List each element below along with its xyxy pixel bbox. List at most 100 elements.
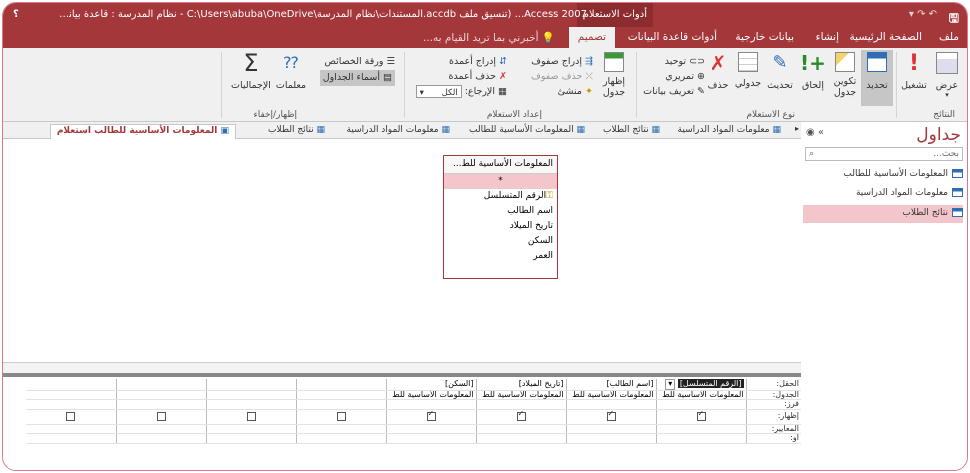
nav-item-student-info[interactable]: المعلومات الأساسية للطالب	[803, 166, 963, 184]
doc-tab[interactable]: ▦ نتائج الطلاب	[597, 124, 666, 139]
undo-icon[interactable]: ↶ ↷ ▾	[909, 9, 937, 20]
grid-or-cell[interactable]	[656, 433, 747, 444]
field-item[interactable]: اسم الطالب	[444, 204, 557, 219]
grid-table-cell[interactable]: المعلومات الأساسية للط	[386, 390, 477, 400]
totals-button[interactable]: Σ الإجماليات	[229, 50, 273, 91]
tell-me-box[interactable]: 💡 أخبرني بما تريد القيام به...	[423, 31, 555, 44]
grid-or-cell[interactable]	[386, 433, 477, 444]
make-table-button[interactable]: تكوين جدول	[831, 52, 859, 98]
builder-button[interactable]: ✦ منشئ	[531, 84, 593, 99]
grid-field-cell[interactable]: [تاريخ الميلاد]	[476, 379, 567, 391]
grid-sort-cell[interactable]	[296, 399, 387, 410]
grid-criteria-cell[interactable]	[566, 424, 657, 434]
show-checkbox[interactable]	[246, 411, 256, 421]
grid-field-cell[interactable]	[26, 379, 117, 391]
grid-criteria-cell[interactable]	[476, 424, 567, 434]
grid-or-cell[interactable]	[296, 433, 387, 444]
field-all[interactable]: *	[444, 174, 557, 189]
grid-or-cell[interactable]	[566, 433, 657, 444]
grid-or-cell[interactable]	[116, 433, 207, 444]
delete-query-button[interactable]: ✗ حذف	[705, 52, 731, 91]
grid-criteria-cell[interactable]	[386, 424, 477, 434]
grid-field-cell[interactable]	[116, 379, 207, 391]
show-checkbox[interactable]	[426, 410, 436, 421]
doc-tab[interactable]: ▦ المعلومات الأساسية للطالب	[463, 124, 591, 139]
grid-field-cell[interactable]	[296, 379, 387, 391]
run-button[interactable]: ! تشغيل	[897, 52, 931, 92]
doc-tab[interactable]: ▦ نتائج الطلاب	[262, 124, 331, 139]
tab-home[interactable]: الصفحة الرئيسية	[850, 31, 922, 43]
field-item[interactable]: تاريخ الميلاد	[444, 219, 557, 234]
nav-search-input[interactable]: بحث... ⌕	[805, 147, 963, 161]
grid-criteria-cell[interactable]	[116, 424, 207, 434]
tab-database-tools[interactable]: أدوات قاعدة البيانات	[628, 31, 717, 43]
nav-item-course-info[interactable]: معلومات المواد الدراسية	[803, 185, 963, 203]
delete-columns-button[interactable]: ✗ حذف أعمدة	[416, 69, 508, 84]
grid-or-cell[interactable]	[476, 433, 567, 444]
parameters-button[interactable]: ⁇ معلمات	[275, 52, 307, 91]
delete-rows-button[interactable]: ⤫ حذف صفوف	[531, 69, 593, 84]
doc-tab[interactable]: ▦ معلومات المواد الدراسية	[672, 124, 787, 139]
grid-criteria-cell[interactable]	[296, 424, 387, 434]
nav-header[interactable]: جداول	[916, 125, 961, 145]
grid-sort-cell[interactable]	[566, 399, 657, 410]
pane-splitter[interactable]	[3, 373, 801, 377]
grid-criteria-cell[interactable]	[206, 424, 297, 434]
grid-sort-cell[interactable]	[386, 399, 477, 410]
tab-external-data[interactable]: بيانات خارجية	[735, 31, 794, 43]
grid-table-cell[interactable]	[296, 390, 387, 400]
grid-sort-cell[interactable]	[116, 399, 207, 410]
select-query-button[interactable]: تحديد	[861, 50, 893, 106]
chevron-down-icon[interactable]: ▾	[665, 379, 676, 389]
tab-create[interactable]: إنشاء	[816, 31, 839, 43]
grid-sort-cell[interactable]	[476, 399, 567, 410]
grid-field-cell[interactable]	[206, 379, 297, 391]
grid-or-cell[interactable]	[206, 433, 297, 444]
grid-table-cell[interactable]: المعلومات الأساسية للط	[476, 390, 567, 400]
show-checkbox[interactable]	[516, 410, 526, 421]
horizontal-scrollbar[interactable]	[3, 362, 801, 373]
property-sheet-button[interactable]: ☰ ورقة الخصائص	[320, 54, 395, 70]
field-item[interactable]: ⚿الرقم المتسلسل	[444, 189, 557, 204]
tab-design[interactable]: تصميم	[568, 27, 615, 48]
grid-sort-cell[interactable]	[656, 399, 747, 410]
grid-table-cell[interactable]	[116, 390, 207, 400]
update-button[interactable]: ✎ تحديث	[765, 52, 795, 91]
show-checkbox[interactable]	[156, 411, 166, 421]
show-checkbox[interactable]	[66, 411, 76, 421]
grid-table-cell[interactable]	[206, 390, 297, 400]
grid-table-cell[interactable]: المعلومات الأساسية للط	[656, 390, 747, 400]
view-button[interactable]: عرض ▾	[933, 52, 961, 99]
append-button[interactable]: +! إلحاق	[799, 52, 827, 91]
crosstab-button[interactable]: جدولي	[733, 52, 763, 89]
grid-field-cell[interactable]: [السكن]	[386, 379, 477, 391]
grid-sort-cell[interactable]	[206, 399, 297, 410]
field-item[interactable]: السكن	[444, 234, 557, 249]
grid-criteria-cell[interactable]	[656, 424, 747, 434]
show-checkbox[interactable]	[606, 410, 616, 421]
show-table-button[interactable]: إظهار جدول	[597, 52, 631, 98]
pass-through-button[interactable]: ⊕ تمريري	[643, 69, 705, 84]
tab-file[interactable]: ملف	[939, 31, 959, 43]
field-item[interactable]: العمر	[444, 249, 557, 264]
grid-sort-cell[interactable]	[26, 399, 117, 410]
show-checkbox[interactable]	[336, 411, 346, 421]
chevron-right-icon[interactable]: ▸	[795, 124, 799, 133]
table-field-list[interactable]: المعلومات الأساسية للط... * ⚿الرقم المتس…	[443, 155, 558, 279]
help-icon[interactable]: ؟	[13, 9, 19, 20]
doc-tab-active-query[interactable]: ▣ المعلومات الأساسية للطالب استعلام	[49, 124, 236, 139]
insert-columns-button[interactable]: ⇵ إدراج أعمدة	[416, 54, 507, 69]
grid-table-cell[interactable]	[26, 390, 117, 400]
nav-collapse-icon[interactable]: » ◉	[806, 127, 824, 138]
union-button[interactable]: ⊂⊃ توحيد	[643, 54, 705, 69]
doc-tab[interactable]: ▦ معلومات المواد الدراسية	[341, 124, 456, 139]
insert-rows-button[interactable]: ⇶ إدراج صفوف	[531, 54, 593, 69]
nav-item-student-results[interactable]: نتائج الطلاب	[803, 205, 963, 223]
grid-field-cell[interactable]: [اسم الطالب]	[566, 379, 657, 391]
grid-criteria-cell[interactable]	[26, 424, 117, 434]
table-names-button[interactable]: ▤ أسماء الجداول	[319, 70, 395, 86]
grid-table-cell[interactable]: المعلومات الأساسية للط	[566, 390, 657, 400]
show-checkbox[interactable]	[696, 410, 706, 421]
grid-or-cell[interactable]	[26, 433, 117, 444]
grid-field-cell[interactable]: [الرقم المتسلسل] ▾	[656, 379, 747, 391]
